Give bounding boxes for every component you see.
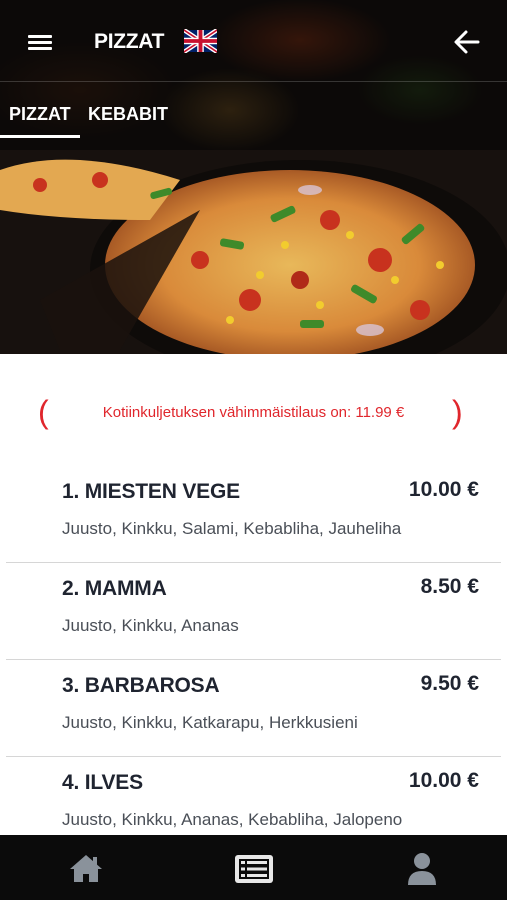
item-name: 1. MIESTEN VEGE [62, 480, 240, 503]
item-description: Juusto, Kinkku, Ananas, Kebabliha, Jalop… [62, 810, 403, 829]
item-price: 10.00 € [408, 769, 479, 792]
top-bar: PIZZAT [0, 0, 507, 82]
user-icon[interactable] [400, 849, 444, 887]
tab-kebabit[interactable]: KEBABIT [88, 96, 168, 138]
arrow-left-icon[interactable] [452, 28, 482, 56]
menu-item[interactable]: 1. MIESTEN VEGE 10.00 € Juusto, Kinkku, … [0, 466, 507, 563]
item-name: 4. ILVES [62, 771, 143, 794]
uk-flag-icon[interactable] [182, 28, 219, 54]
home-icon[interactable] [64, 849, 108, 887]
tab-pizzat[interactable]: PIZZAT [0, 96, 80, 138]
header-divider [0, 81, 507, 82]
item-price: 9.50 € [420, 672, 479, 695]
item-description: Juusto, Kinkku, Ananas [62, 616, 239, 635]
page-title: PIZZAT [94, 30, 165, 53]
item-name: 3. BARBAROSA [62, 674, 220, 697]
item-description: Juusto, Kinkku, Salami, Kebabliha, Jauhe… [62, 519, 402, 538]
notice-text: Kotiinkuljetuksen vähimmäistilaus on: 11… [102, 404, 405, 421]
bottom-navigation [0, 835, 507, 900]
item-description: Juusto, Kinkku, Katkarapu, Herkkusieni [62, 713, 358, 732]
menu-item[interactable]: 2. MAMMA 8.50 € Juusto, Kinkku, Ananas [0, 563, 507, 660]
pizza-photo [0, 150, 507, 354]
menu-list: 1. MIESTEN VEGE 10.00 € Juusto, Kinkku, … [0, 466, 507, 854]
category-tabs: PIZZAT KEBABIT [0, 96, 507, 150]
item-price: 10.00 € [408, 478, 479, 501]
minimum-order-notice: ( Kotiinkuljetuksen vähimmäistilaus on: … [0, 392, 507, 434]
item-name: 2. MAMMA [62, 577, 167, 600]
menu-item[interactable]: 3. BARBAROSA 9.50 € Juusto, Kinkku, Katk… [0, 660, 507, 757]
notice-bracket-right: ) [452, 394, 463, 430]
hamburger-menu-icon[interactable] [26, 30, 56, 54]
item-price: 8.50 € [420, 575, 479, 598]
menu-list-icon[interactable] [232, 849, 276, 887]
